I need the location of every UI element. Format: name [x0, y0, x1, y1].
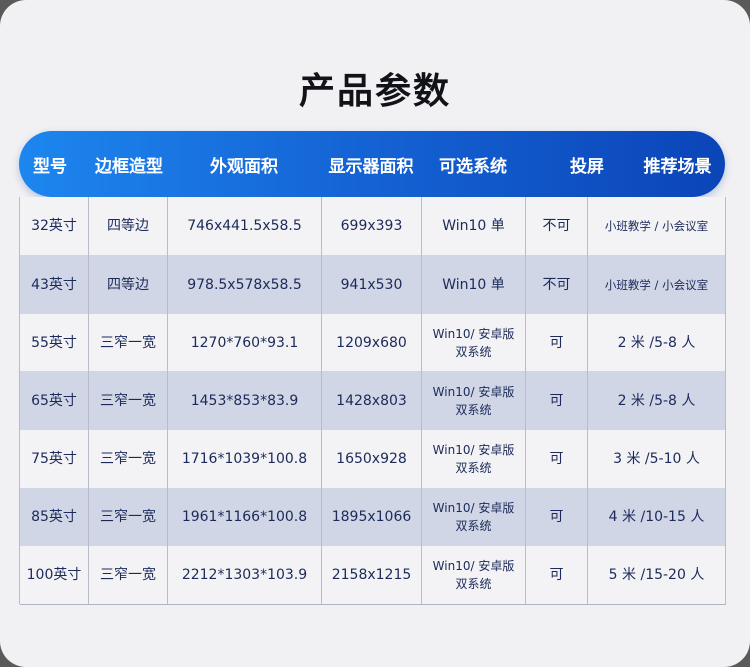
- header-exterior: 外观面积: [210, 156, 278, 177]
- cell-cast: 可: [526, 314, 588, 371]
- cell-system: Win10/ 安卓版 双系统: [422, 314, 526, 371]
- spec-card: 产品参数 型号 边框造型 外观面积 显示器面积 可选系统 投屏 推荐场景 32英…: [0, 0, 750, 667]
- cell-model: 43英寸: [20, 255, 89, 314]
- header-display: 显示器面积: [328, 156, 414, 177]
- system-line-1: Win10/ 安卓版: [432, 443, 515, 457]
- header-model: 型号: [33, 156, 67, 177]
- cell-display: 941x530: [322, 255, 422, 314]
- cell-model: 75英寸: [20, 430, 89, 488]
- table-row: 75英寸 三窄一宽 1716*1039*100.8 1650x928 Win10/ 安卓…: [20, 430, 726, 489]
- cell-exterior: 2212*1303*103.9: [168, 546, 322, 604]
- cell-display: 1209x680: [322, 314, 422, 371]
- header-system: 可选系统: [439, 156, 507, 177]
- cell-model: 65英寸: [20, 371, 89, 430]
- cell-system: Win10/ 安卓版 双系统: [422, 371, 526, 430]
- cell-system: Win10/ 安卓版 双系统: [422, 488, 526, 546]
- cell-cast: 可: [526, 546, 588, 604]
- cell-scene: 小班教学 / 小会议室: [588, 255, 726, 314]
- cell-frame: 三窄一宽: [89, 488, 168, 546]
- system-line-2: 双系统: [455, 461, 492, 475]
- table-row: 65英寸 三窄一宽 1453*853*83.9 1428x803 Win10/ 安卓版双…: [20, 371, 726, 431]
- system-line-2: 双系统: [455, 344, 492, 359]
- cell-cast: 可: [526, 430, 588, 488]
- cell-cast: 不可: [526, 197, 588, 255]
- cell-frame: 三窄一宽: [89, 314, 168, 371]
- table-row: 85英寸 三窄一宽 1961*1166*100.8 1895x1066 Win10/ 安…: [20, 488, 726, 547]
- cell-frame: 四等边: [89, 197, 168, 255]
- cell-system: Win10/ 安卓版 双系统: [422, 430, 526, 488]
- cell-cast: 可: [526, 371, 588, 430]
- cell-display: 1650x928: [322, 430, 422, 488]
- system-line-2: 双系统: [455, 402, 492, 417]
- header-scene: 推荐场景: [643, 156, 712, 177]
- table-row: 100英寸 三窄一宽 2212*1303*103.9 2158x1215 Win10/ …: [20, 546, 726, 605]
- header-cast: 投屏: [570, 156, 604, 177]
- system-line-1: Win10/ 安卓版: [432, 326, 515, 341]
- cell-frame: 四等边: [89, 255, 168, 314]
- cell-model: 100英寸: [20, 546, 89, 604]
- cell-scene: 2 米 /5-8 人: [588, 314, 726, 371]
- header-frame: 边框造型: [95, 156, 163, 177]
- cell-model: 85英寸: [20, 488, 89, 546]
- cell-display: 2158x1215: [322, 546, 422, 604]
- cell-display: 1428x803: [322, 371, 422, 430]
- spec-table: 32英寸 四等边 746x441.5x58.5 699x393 Win10 单不可 小班教…: [19, 197, 726, 605]
- cell-scene: 3 米 /5-10 人: [588, 430, 726, 488]
- cell-exterior: 978.5x578x58.5: [168, 255, 322, 314]
- table-row: 55英寸 三窄一宽 1270*760*93.1 1209x680 Win10/ 安卓版双…: [20, 314, 726, 372]
- cell-scene: 小班教学 / 小会议室: [588, 197, 726, 255]
- cell-exterior: 1716*1039*100.8: [168, 430, 322, 488]
- cell-system: Win10/ 安卓版 双系统: [422, 546, 526, 604]
- system-line-2: 双系统: [455, 519, 492, 533]
- table-header: 型号 边框造型 外观面积 显示器面积 可选系统 投屏 推荐场景: [19, 131, 725, 197]
- page-title: 产品参数: [298, 71, 451, 112]
- cell-exterior: 1270*760*93.1: [168, 314, 322, 371]
- cell-exterior: 746x441.5x58.5: [168, 197, 322, 255]
- cell-exterior: 1961*1166*100.8: [168, 488, 322, 546]
- cell-scene: 4 米 /10-15 人: [588, 488, 726, 546]
- cell-system: Win10 单: [422, 197, 526, 255]
- cell-model: 55英寸: [20, 314, 89, 371]
- table-row: 32英寸 四等边 746x441.5x58.5 699x393 Win10 单不可 小班教…: [20, 197, 726, 256]
- cell-frame: 三窄一宽: [89, 546, 168, 604]
- cell-display: 1895x1066: [322, 488, 422, 546]
- cell-cast: 不可: [526, 255, 588, 314]
- cell-scene: 2 米 /5-8 人: [588, 371, 726, 430]
- cell-system: Win10 单: [422, 255, 526, 314]
- system-line-2: 双系统: [455, 577, 492, 591]
- cell-frame: 三窄一宽: [89, 430, 168, 488]
- table-row: 43英寸 四等边 978.5x578x58.5 941x530 Win10 单不可 小班教…: [20, 255, 726, 315]
- system-line-1: Win10/ 安卓版: [432, 384, 515, 399]
- cell-frame: 三窄一宽: [89, 371, 168, 430]
- cell-exterior: 1453*853*83.9: [168, 371, 322, 430]
- system-line-1: Win10/ 安卓版: [432, 559, 515, 573]
- system-line-1: Win10/ 安卓版: [432, 501, 515, 515]
- cell-cast: 可: [526, 488, 588, 546]
- cell-scene: 5 米 /15-20 人: [588, 546, 726, 604]
- cell-display: 699x393: [322, 197, 422, 255]
- cell-model: 32英寸: [20, 197, 89, 255]
